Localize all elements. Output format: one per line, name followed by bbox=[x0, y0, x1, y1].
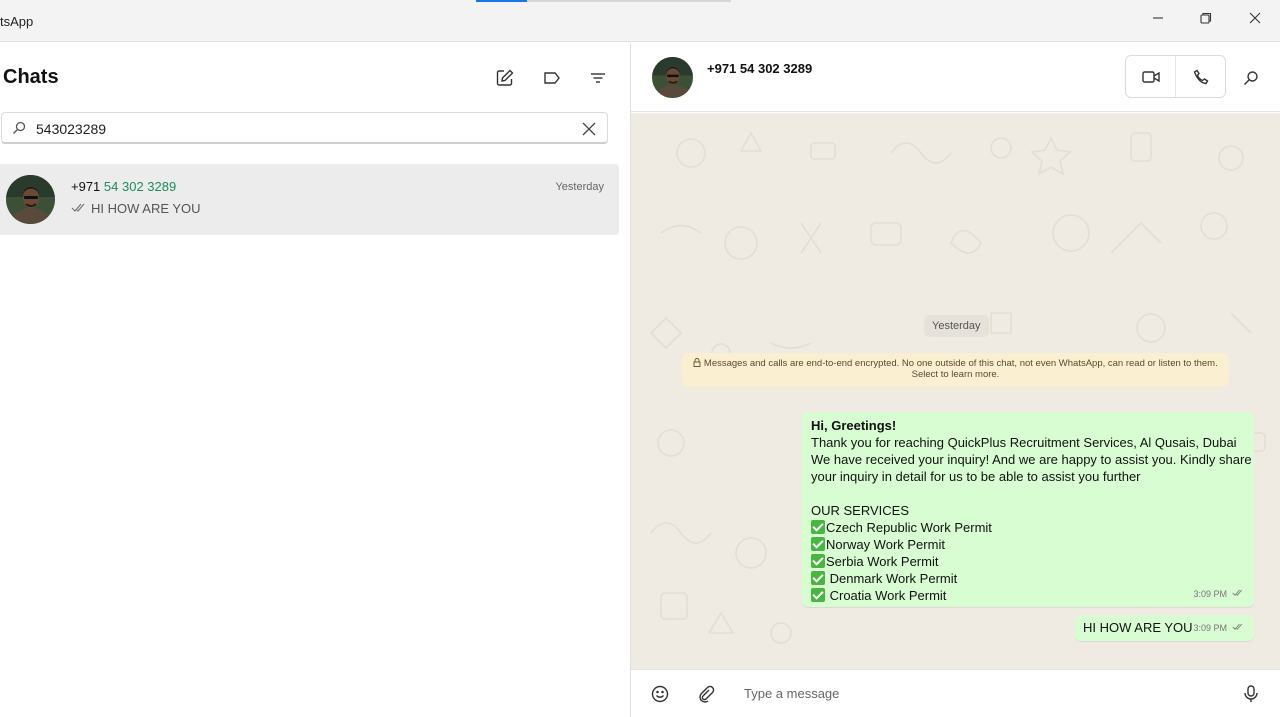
service-item: Denmark Work Permit bbox=[811, 570, 1245, 587]
service-item: Serbia Work Permit bbox=[811, 553, 1245, 570]
close-icon bbox=[582, 122, 596, 136]
search-field[interactable] bbox=[1, 112, 608, 144]
contact-avatar[interactable] bbox=[652, 57, 693, 98]
loading-progress-bar bbox=[476, 0, 731, 2]
contact-name[interactable]: +971 54 302 3289 bbox=[707, 61, 812, 76]
title-bar: tsApp bbox=[0, 0, 1280, 42]
services-heading: OUR SERVICES bbox=[811, 503, 910, 518]
message-time: 3:09 PM bbox=[1193, 623, 1227, 633]
checkmark-icon bbox=[811, 537, 825, 551]
checkmark-icon bbox=[811, 554, 825, 568]
lock-icon bbox=[693, 358, 701, 369]
service-item: Norway Work Permit bbox=[811, 536, 1245, 553]
outgoing-message[interactable]: HI HOW ARE YOU 3:09 PM bbox=[1075, 615, 1254, 641]
new-chat-button[interactable] bbox=[492, 65, 518, 91]
filter-icon bbox=[591, 73, 605, 83]
message-line: Thank you for reaching QuickPlus Recruit… bbox=[811, 435, 1237, 450]
service-name: Serbia Work Permit bbox=[826, 554, 939, 569]
chat-preview-text: HI HOW ARE YOU bbox=[91, 201, 201, 216]
message-meta: 3:09 PM bbox=[1193, 586, 1244, 603]
date-separator: Yesterday bbox=[924, 315, 989, 337]
clear-search-button[interactable] bbox=[581, 121, 597, 137]
conversation-pane: +971 54 302 3289 Yesterday Messages and … bbox=[631, 43, 1280, 717]
minimize-icon bbox=[1153, 17, 1163, 19]
message-time: 3:09 PM bbox=[1193, 589, 1227, 599]
chat-name-prefix: +971 bbox=[71, 179, 104, 194]
emoji-button[interactable] bbox=[649, 683, 671, 705]
search-input[interactable] bbox=[36, 118, 566, 140]
page-title: Chats bbox=[3, 66, 59, 88]
chat-name: +971 54 302 3289 bbox=[71, 179, 176, 194]
microphone-icon bbox=[1244, 685, 1258, 702]
double-tick-icon bbox=[1232, 620, 1244, 637]
encryption-notice[interactable]: Messages and calls are end-to-end encryp… bbox=[682, 353, 1229, 387]
chat-list-pane: Chats +971 54 302 3289 bbox=[0, 43, 630, 717]
video-camera-icon bbox=[1141, 70, 1160, 83]
attach-button[interactable] bbox=[695, 683, 717, 705]
double-tick-icon bbox=[71, 201, 87, 216]
message-area[interactable]: Yesterday Messages and calls are end-to-… bbox=[631, 113, 1280, 669]
chat-preview: HI HOW ARE YOU bbox=[71, 201, 201, 216]
restore-icon bbox=[1200, 12, 1212, 24]
service-name: Denmark Work Permit bbox=[826, 571, 958, 586]
outgoing-message[interactable]: Hi, Greetings! Thank you for reaching Qu… bbox=[802, 412, 1254, 607]
service-name: Czech Republic Work Permit bbox=[826, 520, 992, 535]
voice-message-button[interactable] bbox=[1240, 683, 1262, 705]
labels-button[interactable] bbox=[539, 65, 565, 91]
encryption-notice-line1: Messages and calls are end-to-end encryp… bbox=[682, 358, 1229, 369]
window-title: tsApp bbox=[0, 14, 34, 29]
conversation-header: +971 54 302 3289 bbox=[631, 43, 1280, 112]
voice-call-button[interactable] bbox=[1175, 56, 1225, 97]
message-input[interactable] bbox=[744, 682, 1224, 704]
video-call-button[interactable] bbox=[1126, 56, 1175, 97]
message-text: HI HOW ARE YOU bbox=[1083, 620, 1193, 635]
phone-icon bbox=[1193, 69, 1208, 84]
message-line: We have received your inquiry! And we ar… bbox=[811, 452, 1252, 467]
call-button-group bbox=[1125, 55, 1226, 98]
service-item: Croatia Work Permit bbox=[811, 587, 1245, 604]
chat-name-match-highlight: 54 302 3289 bbox=[103, 179, 177, 194]
paperclip-icon bbox=[699, 685, 715, 703]
checkmark-icon bbox=[811, 520, 825, 534]
search-icon bbox=[1244, 71, 1258, 85]
double-tick-icon bbox=[1232, 586, 1244, 603]
emoji-icon bbox=[651, 685, 669, 703]
chat-list-item[interactable]: +971 54 302 3289 Yesterday HI HOW ARE YO… bbox=[0, 164, 619, 235]
service-item: Czech Republic Work Permit bbox=[811, 519, 1245, 536]
search-icon bbox=[12, 121, 26, 140]
close-window-button[interactable] bbox=[1240, 6, 1270, 30]
chat-timestamp: Yesterday bbox=[555, 181, 604, 193]
close-icon bbox=[1249, 12, 1261, 24]
message-composer bbox=[631, 669, 1280, 717]
minimize-button[interactable] bbox=[1143, 6, 1173, 30]
service-name: Norway Work Permit bbox=[826, 537, 945, 552]
service-name: Croatia Work Permit bbox=[826, 588, 947, 603]
checkmark-icon bbox=[811, 588, 825, 602]
message-greeting: Hi, Greetings! bbox=[811, 418, 897, 433]
encryption-text: Messages and calls are end-to-end encryp… bbox=[703, 358, 1218, 369]
checkmark-icon bbox=[811, 571, 825, 585]
loading-progress-fill bbox=[476, 0, 527, 2]
filter-button[interactable] bbox=[585, 65, 611, 91]
new-chat-icon bbox=[496, 69, 514, 86]
message-meta: 3:09 PM bbox=[1193, 620, 1244, 637]
label-icon bbox=[544, 72, 560, 84]
maximize-button[interactable] bbox=[1191, 6, 1221, 30]
search-in-chat-button[interactable] bbox=[1240, 67, 1262, 89]
encryption-learn-more[interactable]: Select to learn more. bbox=[682, 369, 1229, 380]
avatar bbox=[6, 175, 55, 224]
message-line: your inquiry in detail for us to be able… bbox=[811, 469, 1141, 484]
